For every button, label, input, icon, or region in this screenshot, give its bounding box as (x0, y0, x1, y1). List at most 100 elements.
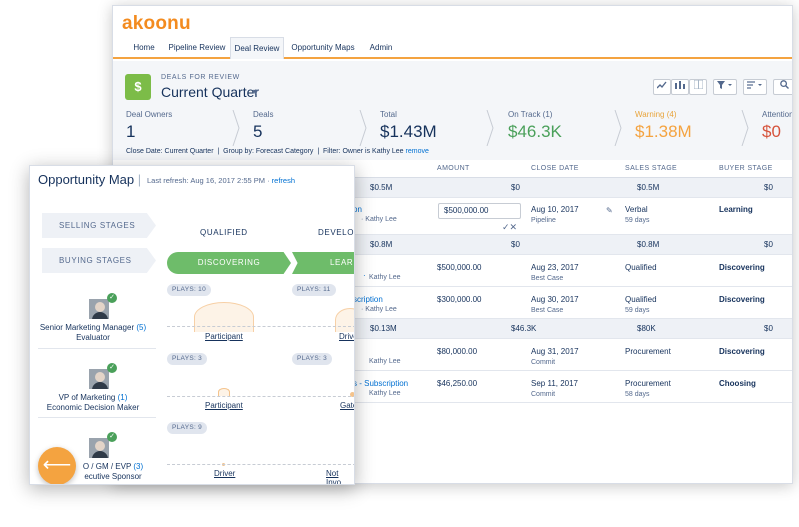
group-sales: $0.8M (637, 240, 660, 249)
forecast-category: Pipeline (531, 217, 556, 224)
tab-pipeline-review[interactable]: Pipeline Review (165, 37, 229, 59)
contact-role-link[interactable]: Driver (214, 469, 235, 478)
refresh-text: Last refresh: Aug 16, 2017 2:55 PM · (147, 176, 270, 185)
stage-develop[interactable]: DEVELOP (318, 228, 354, 237)
contact-role-link[interactable]: Gate (340, 401, 354, 410)
contact-role-link[interactable]: Participant (205, 332, 243, 341)
tab-home[interactable]: Home (123, 37, 165, 59)
engagement-arc (194, 302, 254, 332)
group-sales: $80K (637, 324, 656, 333)
metric-value: $0 (762, 122, 781, 141)
column-close-date[interactable]: CLOSE DATE (531, 160, 579, 178)
group-total: $0.5M (370, 183, 393, 192)
metric-label: Attention (762, 110, 793, 119)
tab-deal-review[interactable]: Deal Review (230, 37, 284, 59)
sort-dropdown-icon[interactable] (743, 79, 767, 95)
contact-title[interactable]: Senior Marketing Manager (5) (30, 323, 156, 332)
metric-value: $1.38M (635, 122, 692, 141)
grid-icon[interactable] (689, 79, 707, 95)
search-icon[interactable] (773, 79, 792, 95)
akoonu-logo[interactable]: akoonu (122, 13, 191, 35)
check-icon: ✓ (107, 293, 117, 303)
plays-badge[interactable]: PLAYS: 3 (292, 353, 333, 365)
metric-value: 5 (253, 122, 263, 141)
metric-on-track[interactable]: On Track (1) $46.3K (508, 110, 562, 155)
metric-value: $1.43M (380, 122, 437, 141)
engagement-arc (218, 388, 230, 396)
trend-chart-icon[interactable] (653, 79, 671, 95)
contact-role-link[interactable]: Drive (339, 332, 354, 341)
opportunity-map-title: Opportunity Map | (38, 172, 141, 187)
column-amount[interactable]: AMOUNT (437, 160, 470, 178)
stage-qualified[interactable]: QUALIFIED (200, 228, 248, 237)
opportunity-link[interactable]: s - Subscription (353, 379, 408, 388)
pencil-edit-icon[interactable]: ✎ (606, 206, 613, 215)
contact-title[interactable]: VP of Marketing (1) (30, 393, 156, 402)
amount: $500,000.00 (437, 263, 482, 272)
buying-stage-discovering[interactable]: DISCOVERING (167, 252, 291, 274)
contact-count[interactable]: (5) (136, 323, 146, 332)
metric-separator (614, 110, 622, 146)
bar-chart-icon[interactable] (671, 79, 689, 95)
tab-opportunity-maps[interactable]: Opportunity Maps (285, 37, 361, 59)
plays-badge[interactable]: PLAYS: 11 (292, 284, 336, 296)
timeline-dash (167, 326, 354, 327)
contact-role-link[interactable]: Not Invo (326, 469, 354, 484)
buying-stage-learning[interactable]: LEAR (292, 252, 354, 274)
timeline-dash (167, 464, 354, 465)
column-buyer-stage[interactable]: BUYER STAGE (719, 160, 773, 178)
contact-count[interactable]: (1) (118, 393, 128, 402)
column-sales-stage[interactable]: SALES STAGE (625, 160, 677, 178)
opportunity-link[interactable]: · (363, 271, 366, 280)
sales-stage: Verbal (625, 205, 648, 214)
close-date: Aug 23, 2017 (531, 263, 579, 272)
group-sales: $0.5M (637, 183, 660, 192)
metric-warning[interactable]: Warning (4) $1.38M (635, 110, 692, 155)
owner-name: · Kathy Lee (361, 216, 397, 223)
contact-role: Economic Decision Maker (46, 403, 140, 412)
confirm-cancel-icons[interactable]: ✓✕ (502, 222, 517, 233)
metric-separator (232, 110, 240, 146)
sales-stage: Procurement (625, 347, 671, 356)
filter-divider: | (315, 148, 324, 155)
buyer-stage: Discovering (719, 347, 765, 356)
view-selector[interactable]: Current Quarter (161, 84, 259, 100)
plays-badge[interactable]: PLAYS: 9 (167, 422, 208, 434)
contact-title-text: O / GM / EVP (82, 462, 132, 471)
amount: $80,000.00 (437, 347, 478, 356)
tab-admin[interactable]: Admin (363, 37, 399, 59)
metric-value: $46.3K (508, 122, 562, 141)
avatar[interactable] (88, 298, 110, 320)
title-separator: | (137, 172, 142, 187)
forecast-category: Best Case (531, 307, 564, 314)
owner-name: Kathy Lee (369, 274, 401, 281)
plays-badge[interactable]: PLAYS: 10 (167, 284, 212, 296)
metric-attention[interactable]: Attention $0 (762, 110, 793, 155)
close-date: Sep 11, 2017 (531, 379, 579, 388)
close-date: Aug 31, 2017 (531, 347, 579, 356)
amount-edit-input[interactable]: $500,000.00 (438, 203, 521, 219)
chevron-down-icon[interactable]: ▼ (251, 87, 260, 97)
owner-name: Kathy Lee (369, 358, 401, 365)
refresh-link[interactable]: refresh (272, 176, 295, 185)
remove-filter-link[interactable]: remove (406, 148, 429, 155)
group-amount: $0 (511, 183, 520, 192)
buyer-stage: Choosing (719, 379, 756, 388)
check-icon: ✓ (107, 432, 117, 442)
buyer-stage: Discovering (719, 263, 765, 272)
arrow-left-icon[interactable]: ⟵ (38, 447, 76, 484)
contact-role-link[interactable]: Participant (205, 401, 243, 410)
owner-filter: Filter: Owner is Kathy Lee (323, 148, 404, 155)
plays-badge[interactable]: PLAYS: 3 (167, 353, 208, 365)
opportunity-link[interactable]: scription (353, 295, 383, 304)
stage-days: 59 days (625, 217, 650, 224)
forecast-category: Commit (531, 359, 556, 366)
filter-summary: Close Date: Current Quarter | Group by: … (126, 148, 429, 155)
buyer-stage: Discovering (719, 295, 765, 304)
metric-value: 1 (126, 122, 136, 141)
avatar[interactable] (88, 368, 110, 390)
amount: $46,250.00 (437, 379, 478, 388)
contact-count[interactable]: (3) (133, 462, 143, 471)
filter-dropdown-icon[interactable] (713, 79, 737, 95)
avatar[interactable] (88, 437, 110, 459)
